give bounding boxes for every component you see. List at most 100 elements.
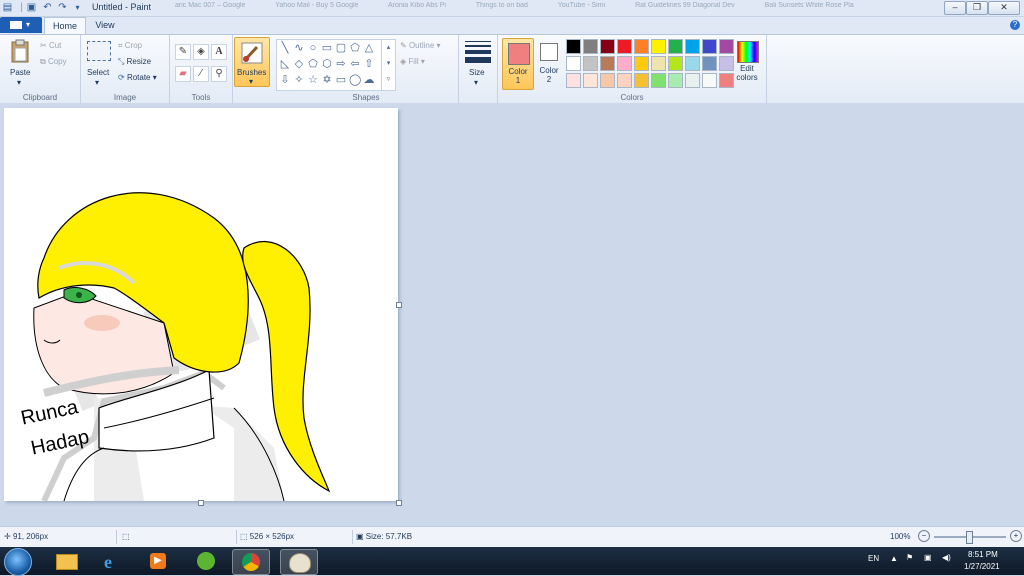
palette-swatch[interactable] (719, 56, 734, 71)
callout-shape-icon[interactable]: ▭ (335, 74, 347, 86)
maximize-button[interactable]: ❐ (966, 1, 988, 15)
color-picker-icon[interactable]: ⁄ (193, 66, 209, 82)
file-menu-button[interactable]: ▾ (0, 17, 42, 33)
resize-handle-corner[interactable] (396, 500, 402, 506)
pencil-icon[interactable]: ✎ (175, 44, 191, 60)
pentagon-shape-icon[interactable]: ⬠ (307, 58, 319, 70)
undo-icon[interactable]: ↶ (42, 2, 53, 13)
magnifier-icon[interactable]: ⚲ (211, 66, 227, 82)
palette-swatch[interactable] (583, 39, 598, 54)
outline-button[interactable]: ✎ Outline ▾ (400, 41, 441, 50)
palette-swatch[interactable] (702, 39, 717, 54)
zoom-in-button[interactable]: + (1010, 530, 1022, 542)
palette-swatch[interactable] (617, 73, 632, 88)
taskbar-paint[interactable] (280, 549, 318, 575)
palette-swatch[interactable] (634, 56, 649, 71)
resize-button[interactable]: ⤡ Resize (118, 57, 151, 67)
palette-swatch[interactable] (600, 73, 615, 88)
five-point-star-shape-icon[interactable]: ☆ (307, 74, 319, 86)
network-icon[interactable]: ▣ (924, 553, 932, 562)
palette-swatch[interactable] (566, 39, 581, 54)
palette-swatch[interactable] (702, 73, 717, 88)
customize-quick-access-icon[interactable]: ▾ (72, 2, 83, 13)
taskbar-app[interactable] (188, 549, 224, 573)
right-arrow-shape-icon[interactable]: ⇨ (335, 58, 347, 70)
paste-button[interactable] (8, 39, 32, 69)
clock-time[interactable]: 8:51 PM (968, 550, 998, 559)
language-indicator[interactable]: EN (868, 554, 879, 563)
tab-home[interactable]: Home (44, 17, 86, 34)
zoom-out-button[interactable]: − (918, 530, 930, 542)
four-point-star-shape-icon[interactable]: ✧ (293, 74, 305, 86)
palette-swatch[interactable] (617, 39, 632, 54)
palette-swatch[interactable] (668, 39, 683, 54)
palette-swatch[interactable] (651, 73, 666, 88)
help-icon[interactable]: ? (1010, 20, 1020, 30)
flag-icon[interactable]: ⚑ (906, 553, 913, 562)
palette-swatch[interactable] (668, 73, 683, 88)
palette-swatch[interactable] (651, 56, 666, 71)
palette-swatch[interactable] (685, 73, 700, 88)
palette-swatch[interactable] (583, 56, 598, 71)
taskbar-media-player[interactable]: ▶ (140, 549, 176, 573)
right-triangle-shape-icon[interactable]: ◺ (279, 58, 291, 70)
canvas-area[interactable]: Run Runca Had (0, 103, 1024, 525)
select-label[interactable]: Select (87, 68, 109, 77)
palette-swatch[interactable] (719, 39, 734, 54)
oval-shape-icon[interactable]: ○ (307, 42, 319, 54)
rounded-rectangle-shape-icon[interactable]: ▢ (335, 42, 347, 54)
resize-handle-bottom[interactable] (198, 500, 204, 506)
palette-swatch[interactable] (600, 56, 615, 71)
start-button[interactable] (4, 548, 32, 576)
hexagon-shape-icon[interactable]: ⬡ (321, 58, 333, 70)
color2-button[interactable]: Color 2 (535, 38, 563, 88)
rectangle-shape-icon[interactable]: ▭ (321, 42, 333, 54)
palette-swatch[interactable] (566, 73, 581, 88)
clock-date[interactable]: 1/27/2021 (964, 562, 1000, 571)
six-point-star-shape-icon[interactable]: ✡ (321, 74, 333, 86)
eraser-icon[interactable]: ▰ (175, 66, 191, 82)
copy-button[interactable]: ⧉ Copy (40, 57, 67, 67)
resize-handle-right[interactable] (396, 302, 402, 308)
color1-button[interactable]: Color 1 (502, 38, 534, 90)
fill-bucket-icon[interactable]: ◈ (193, 44, 209, 60)
cut-button[interactable]: ✂ Cut (40, 41, 61, 50)
crop-button[interactable]: ⌗ Crop (118, 41, 142, 51)
edit-colors-button[interactable]: Edit colors (735, 39, 761, 85)
palette-swatch[interactable] (583, 73, 598, 88)
fill-button[interactable]: ◈ Fill ▾ (400, 57, 425, 66)
tab-view[interactable]: View (88, 17, 122, 33)
diamond-shape-icon[interactable]: ◇ (293, 58, 305, 70)
close-button[interactable]: ✕ (988, 1, 1020, 15)
zoom-slider-thumb[interactable] (966, 531, 973, 544)
text-tool-icon[interactable]: A (211, 44, 227, 60)
brushes-button[interactable]: Brushes ▾ (234, 37, 270, 87)
shapes-scroll[interactable]: ▴ ▾ ▿ (381, 40, 395, 90)
palette-swatch[interactable] (651, 39, 666, 54)
palette-swatch[interactable] (634, 73, 649, 88)
palette-swatch[interactable] (566, 56, 581, 71)
left-arrow-shape-icon[interactable]: ⇦ (349, 58, 361, 70)
oval-callout-shape-icon[interactable]: ◯ (349, 74, 361, 86)
rotate-button[interactable]: ⟳ Rotate ▾ (118, 73, 157, 82)
up-arrow-shape-icon[interactable]: ⇧ (363, 58, 375, 70)
taskbar-explorer[interactable] (48, 549, 84, 573)
palette-swatch[interactable] (617, 56, 632, 71)
volume-icon[interactable]: ◀) (942, 553, 951, 562)
palette-swatch[interactable] (702, 56, 717, 71)
drawing-canvas[interactable]: Run Runca Had (4, 108, 398, 501)
show-hidden-icons[interactable]: ▲ (890, 554, 898, 563)
polygon-shape-icon[interactable]: ⬠ (349, 42, 361, 54)
down-arrow-shape-icon[interactable]: ⇩ (279, 74, 291, 86)
curve-shape-icon[interactable]: ∿ (293, 42, 305, 54)
taskbar-internet-explorer[interactable]: e (96, 549, 132, 573)
palette-swatch[interactable] (634, 39, 649, 54)
palette-swatch[interactable] (719, 73, 734, 88)
palette-swatch[interactable] (600, 39, 615, 54)
redo-icon[interactable]: ↷ (57, 2, 68, 13)
line-shape-icon[interactable]: ╲ (279, 42, 291, 54)
size-label[interactable]: Size (469, 68, 485, 77)
save-icon[interactable]: ▣ (26, 2, 37, 13)
minimize-button[interactable]: – (944, 1, 966, 15)
triangle-shape-icon[interactable]: △ (363, 42, 375, 54)
